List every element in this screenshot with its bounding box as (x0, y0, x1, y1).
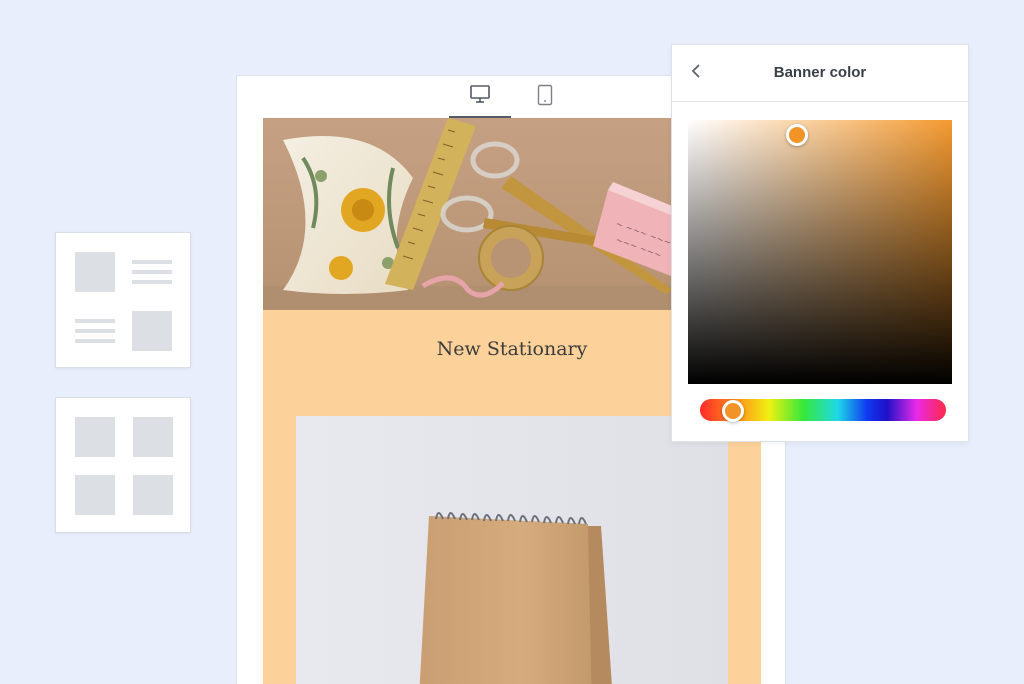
tablet-icon (537, 84, 553, 111)
text-line (132, 270, 172, 274)
hue-slider-handle[interactable] (722, 400, 744, 422)
image-placeholder (75, 252, 115, 292)
image-placeholder (75, 475, 115, 515)
layout-option-alternating[interactable] (55, 232, 191, 368)
image-placeholder (133, 475, 173, 515)
desktop-icon (469, 84, 491, 109)
color-selector-handle[interactable] (786, 124, 808, 146)
text-line (75, 339, 115, 343)
picker-header: Banner color (672, 45, 968, 102)
image-placeholder (132, 311, 172, 351)
text-line (132, 280, 172, 284)
product-image[interactable] (296, 416, 728, 684)
text-line (132, 260, 172, 264)
tablet-view-button[interactable] (527, 76, 563, 118)
image-placeholder (75, 417, 115, 457)
image-placeholder (133, 417, 173, 457)
text-line (75, 319, 115, 323)
picker-title: Banner color (773, 64, 867, 81)
desktop-view-button[interactable] (449, 76, 511, 118)
saturation-brightness-area[interactable] (688, 120, 952, 384)
color-picker-panel: Banner color (671, 44, 969, 442)
text-line (75, 329, 115, 333)
layout-option-grid[interactable] (55, 397, 191, 533)
